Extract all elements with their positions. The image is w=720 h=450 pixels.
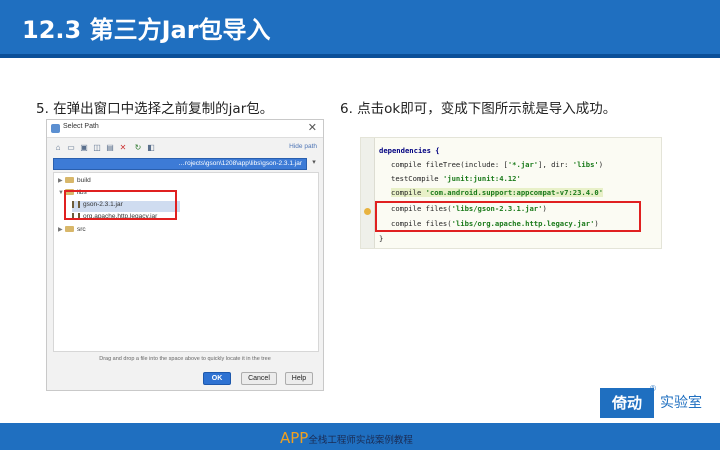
home-icon[interactable]: ⌂	[53, 143, 63, 153]
expand-arrow-icon[interactable]: ▶	[58, 226, 65, 233]
footer-app: APP	[280, 429, 309, 447]
dialog-title: Select Path	[63, 123, 99, 130]
dialog-titlebar: Select Path ✕	[47, 120, 323, 138]
project-icon[interactable]: ▣	[79, 143, 89, 153]
step-6-caption: 6. 点击ok即可，变成下图所示就是导入成功。	[340, 101, 617, 117]
tree-item-label: build	[77, 177, 91, 184]
tree-item-src[interactable]: ▶ src	[58, 226, 86, 237]
code-line-7: }	[379, 234, 384, 243]
editor-gutter	[361, 138, 375, 248]
help-button[interactable]: Help	[285, 372, 313, 385]
code-line-4: compile 'com.android.support:appcompat-v…	[391, 188, 604, 197]
show-hidden-icon[interactable]: ◧	[146, 143, 156, 153]
highlight-box-jars	[64, 190, 177, 220]
highlight-box-compile-files	[375, 201, 641, 232]
footer-caption: APP全栈工程师实战案例教程	[280, 428, 413, 447]
path-input-value: …rojects\gson\1208\app\libs\gson-2.3.1.j…	[178, 160, 302, 167]
registered-mark: ®	[650, 384, 656, 393]
app-icon	[51, 124, 60, 133]
refresh-icon[interactable]: ↻	[133, 143, 143, 153]
hide-path-link[interactable]: Hide path	[289, 143, 317, 150]
logo-main: 倚动	[600, 388, 654, 418]
code-line-3: testCompile 'junit:junit:4.12'	[391, 174, 521, 183]
lab-logo: 倚动 ® 实验室	[600, 384, 716, 420]
tree-item-build[interactable]: ▶ build	[58, 177, 91, 188]
page-title: 12.3 第三方Jar包导入	[22, 16, 271, 44]
expand-arrow-icon[interactable]: ▶	[58, 177, 65, 184]
desktop-icon[interactable]: ▭	[66, 143, 76, 153]
logo-side: 实验室	[660, 395, 702, 411]
new-folder-icon[interactable]: ▤	[105, 143, 115, 153]
delete-icon[interactable]: ✕	[118, 143, 128, 153]
folder-icon	[65, 226, 74, 233]
gradle-code-panel: dependencies { compile fileTree(include:…	[360, 137, 662, 249]
step-5-caption: 5. 在弹出窗口中选择之前复制的jar包。	[36, 101, 274, 117]
select-path-dialog: Select Path ✕ ⌂ ▭ ▣ ◫ ▤ ✕ ↻ ◧ Hide path …	[46, 119, 324, 391]
ok-button[interactable]: OK	[203, 372, 231, 385]
footer-course-name: 全栈工程师实战案例教程	[308, 435, 413, 446]
dialog-toolbar: ⌂ ▭ ▣ ◫ ▤ ✕ ↻ ◧ Hide path	[53, 142, 319, 156]
path-input[interactable]: …rojects\gson\1208\app\libs\gson-2.3.1.j…	[53, 158, 307, 170]
close-icon[interactable]: ✕	[308, 121, 317, 134]
drag-drop-hint: Drag and drop a file into the space abov…	[99, 356, 271, 362]
cancel-button[interactable]: Cancel	[241, 372, 277, 385]
module-icon[interactable]: ◫	[92, 143, 102, 153]
code-line-1: dependencies {	[379, 146, 440, 155]
path-history-chevron-down-icon[interactable]: ▾	[309, 158, 319, 170]
code-line-2: compile fileTree(include: ['*.jar'], dir…	[391, 160, 604, 169]
bulb-icon[interactable]	[364, 208, 371, 215]
tree-item-label: src	[77, 226, 86, 233]
folder-icon	[65, 177, 74, 184]
title-bar: 12.3 第三方Jar包导入	[0, 0, 720, 58]
